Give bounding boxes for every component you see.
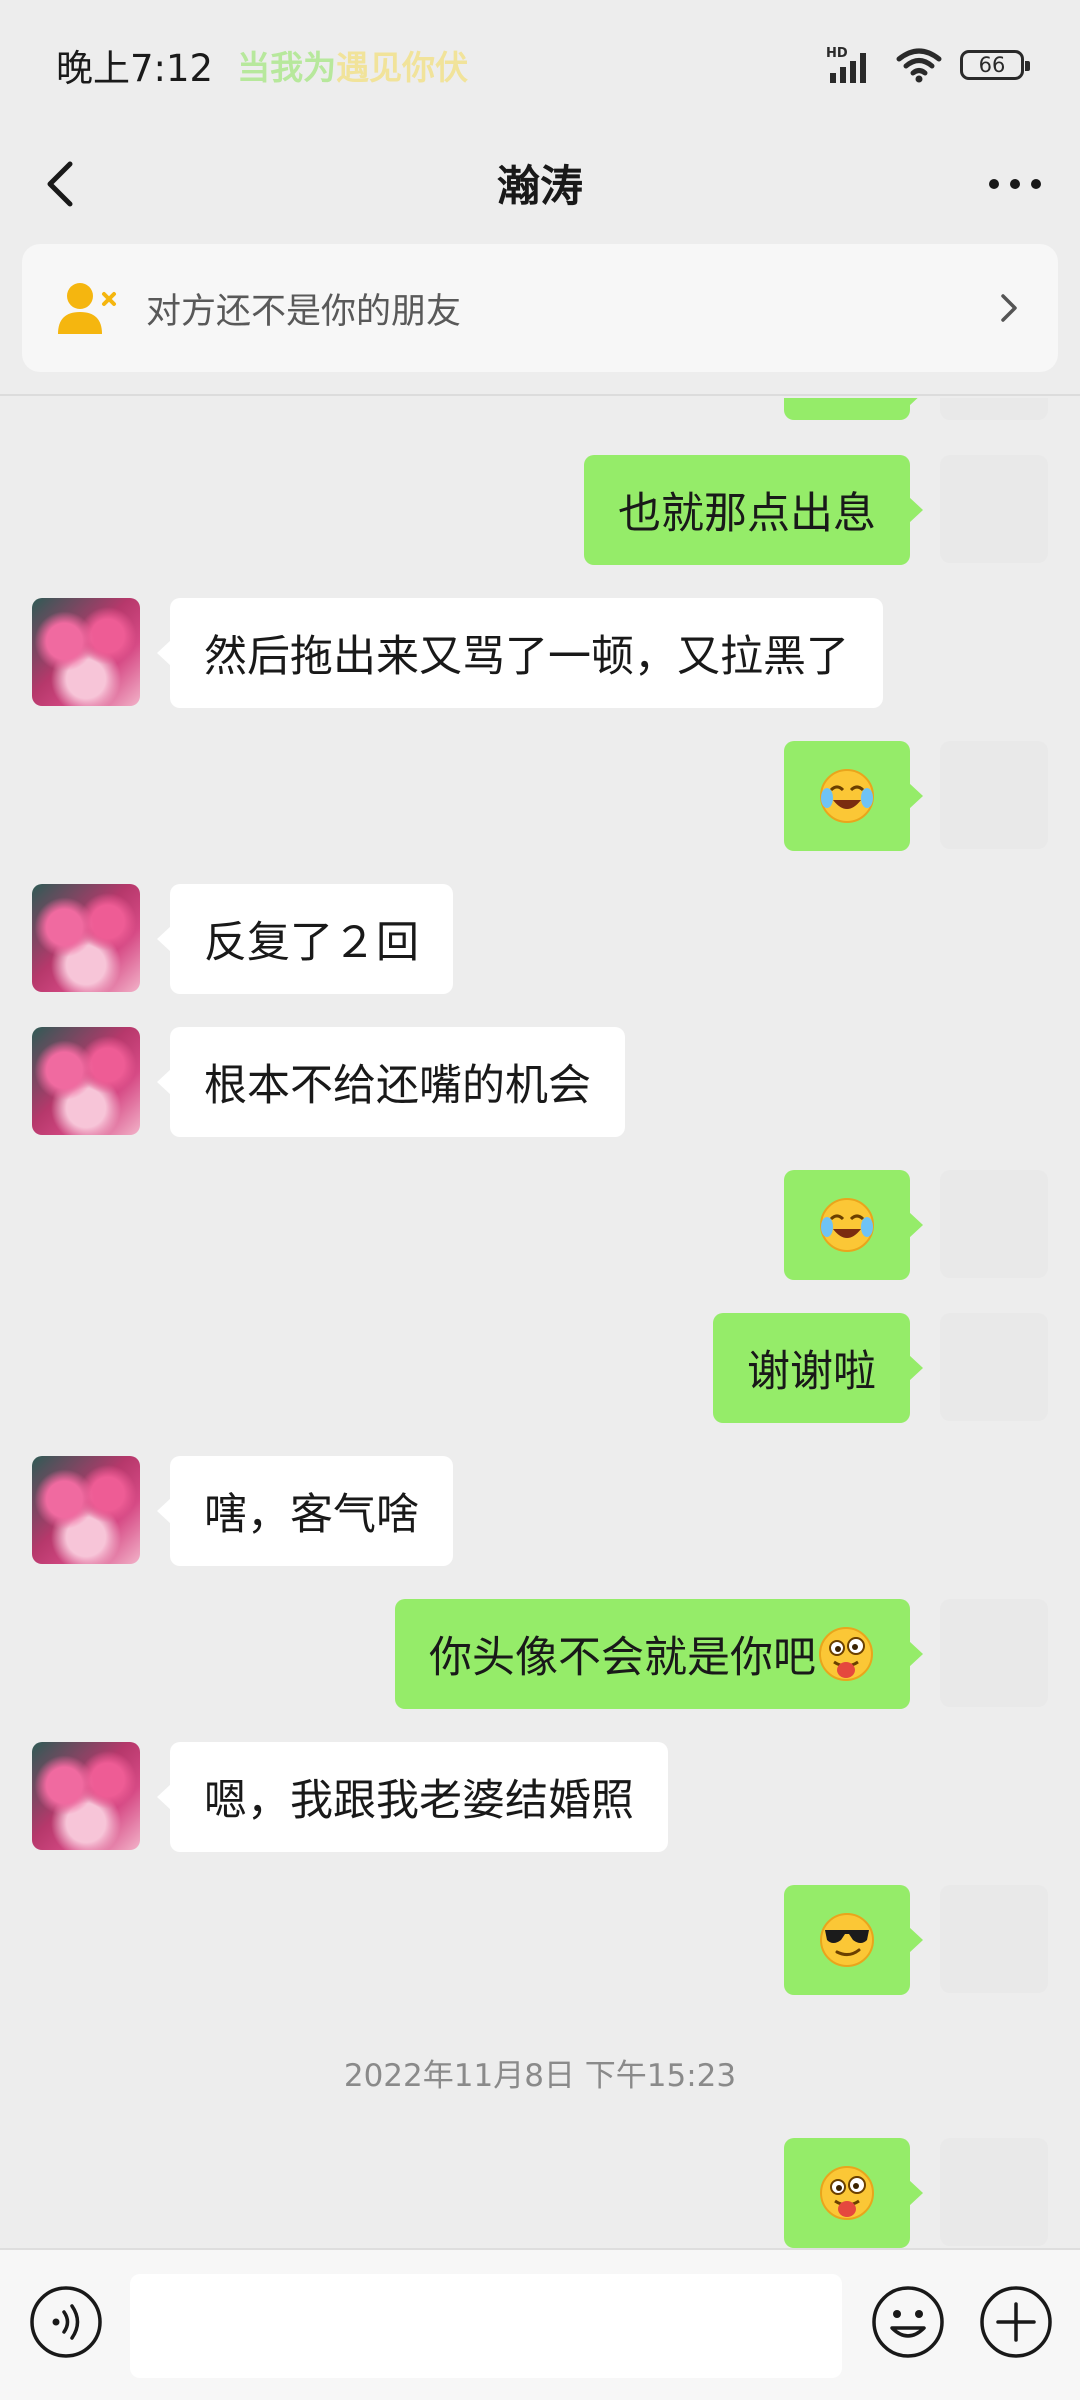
message-bubble-incoming[interactable]: 反复了２回 <box>157 884 453 994</box>
network-label: HD <box>826 46 848 61</box>
message-list[interactable]: 也就那点出息 然后拖出来又骂了一顿，又拉黑了 反复了２回 根本不给还嘴的机会 谢… <box>0 398 1080 2248</box>
stranger-banner: 对方还不是你的朋友 <box>0 236 1080 396</box>
avatar-self[interactable] <box>940 741 1048 849</box>
message-bubble-incoming[interactable]: 嗐，客气啥 <box>157 1456 453 1566</box>
message-text: 嗯，我跟我老婆结婚照 <box>204 1776 634 1826</box>
message-bubble-outgoing[interactable] <box>784 1170 923 1280</box>
avatar-contact[interactable] <box>32 884 140 992</box>
avatar-self[interactable] <box>940 1599 1048 1707</box>
message-bubble-outgoing[interactable]: 你头像不会就是你吧 <box>395 1599 923 1709</box>
stranger-banner-text: 对方还不是你的朋友 <box>146 291 462 332</box>
avatar-self[interactable] <box>940 1313 1048 1421</box>
message-input[interactable] <box>130 2274 842 2378</box>
avatar-self[interactable] <box>940 1885 1048 1993</box>
stranger-banner-card[interactable]: 对方还不是你的朋友 <box>22 244 1058 372</box>
chat-screen: 晚上7:12 当我为遇见你伏 HD 66 瀚涛 对方还不是你的朋友 也就那点出息… <box>0 0 1080 2400</box>
voice-input-icon[interactable] <box>28 2284 104 2360</box>
laughing-crying-emoji <box>820 769 874 823</box>
avatar-contact[interactable] <box>32 1027 140 1135</box>
signal-icon: HD <box>826 46 866 83</box>
avatar-self[interactable] <box>940 455 1048 563</box>
message-timestamp: 2022年11月8日 下午15:23 <box>343 2058 737 2094</box>
message-bubble-outgoing[interactable] <box>784 2138 923 2248</box>
person-blocked-icon <box>58 283 116 334</box>
message-text: 谢谢啦 <box>747 1347 876 1397</box>
ticker-text-b: 遇见你伏 <box>336 48 469 87</box>
battery-indicator: 66 <box>960 50 1030 80</box>
chat-title: 瀚涛 <box>497 162 583 212</box>
input-bar <box>0 2248 1080 2400</box>
laughing-crying-emoji <box>820 1198 874 1252</box>
message-bubble-incoming[interactable]: 根本不给还嘴的机会 <box>157 1027 625 1137</box>
message-text: 嗐，客气啥 <box>204 1490 419 1540</box>
chevron-right-icon <box>1001 294 1017 322</box>
message-bubble-outgoing[interactable] <box>784 741 923 851</box>
message-bubble-outgoing[interactable] <box>784 1885 923 1995</box>
message-text: 你头像不会就是你吧 <box>429 1633 816 1683</box>
message-bubble-outgoing[interactable] <box>784 398 923 420</box>
avatar-self[interactable] <box>940 2138 1048 2246</box>
avatar-self[interactable] <box>940 1170 1048 1278</box>
more-options-icon[interactable] <box>980 154 1050 214</box>
sunglasses-emoji <box>820 1913 874 1967</box>
message-bubble-outgoing[interactable]: 谢谢啦 <box>713 1313 923 1423</box>
message-text: 反复了２回 <box>204 918 419 968</box>
status-time: 晚上7:12 <box>56 47 214 90</box>
message-bubble-incoming[interactable]: 嗯，我跟我老婆结婚照 <box>157 1742 668 1852</box>
message-text: 根本不给还嘴的机会 <box>204 1061 591 1111</box>
message-bubble-incoming[interactable]: 然后拖出来又骂了一顿，又拉黑了 <box>157 598 883 708</box>
message-bubble-outgoing[interactable]: 也就那点出息 <box>584 455 923 565</box>
avatar-self[interactable] <box>940 398 1048 420</box>
tongue-out-emoji <box>819 1627 873 1681</box>
wifi-icon <box>896 48 942 83</box>
message-text: 然后拖出来又骂了一顿，又拉黑了 <box>204 632 849 682</box>
message-text: 也就那点出息 <box>618 489 876 539</box>
ticker-text-a: 当我为 <box>237 48 337 87</box>
emoji-picker-icon[interactable] <box>870 2284 946 2360</box>
nav-bar: 瀚涛 <box>0 130 1080 236</box>
status-icons: HD 66 <box>826 45 1030 85</box>
tongue-out-emoji <box>820 2166 874 2220</box>
more-functions-icon[interactable] <box>978 2284 1054 2360</box>
avatar-contact[interactable] <box>32 598 140 706</box>
avatar-contact[interactable] <box>32 1742 140 1850</box>
status-ticker: 当我为遇见你伏 <box>237 41 468 89</box>
battery-level: 66 <box>978 53 1006 77</box>
status-bar: 晚上7:12 当我为遇见你伏 HD 66 <box>0 0 1080 130</box>
back-arrow-icon[interactable] <box>32 154 92 214</box>
avatar-contact[interactable] <box>32 1456 140 1564</box>
